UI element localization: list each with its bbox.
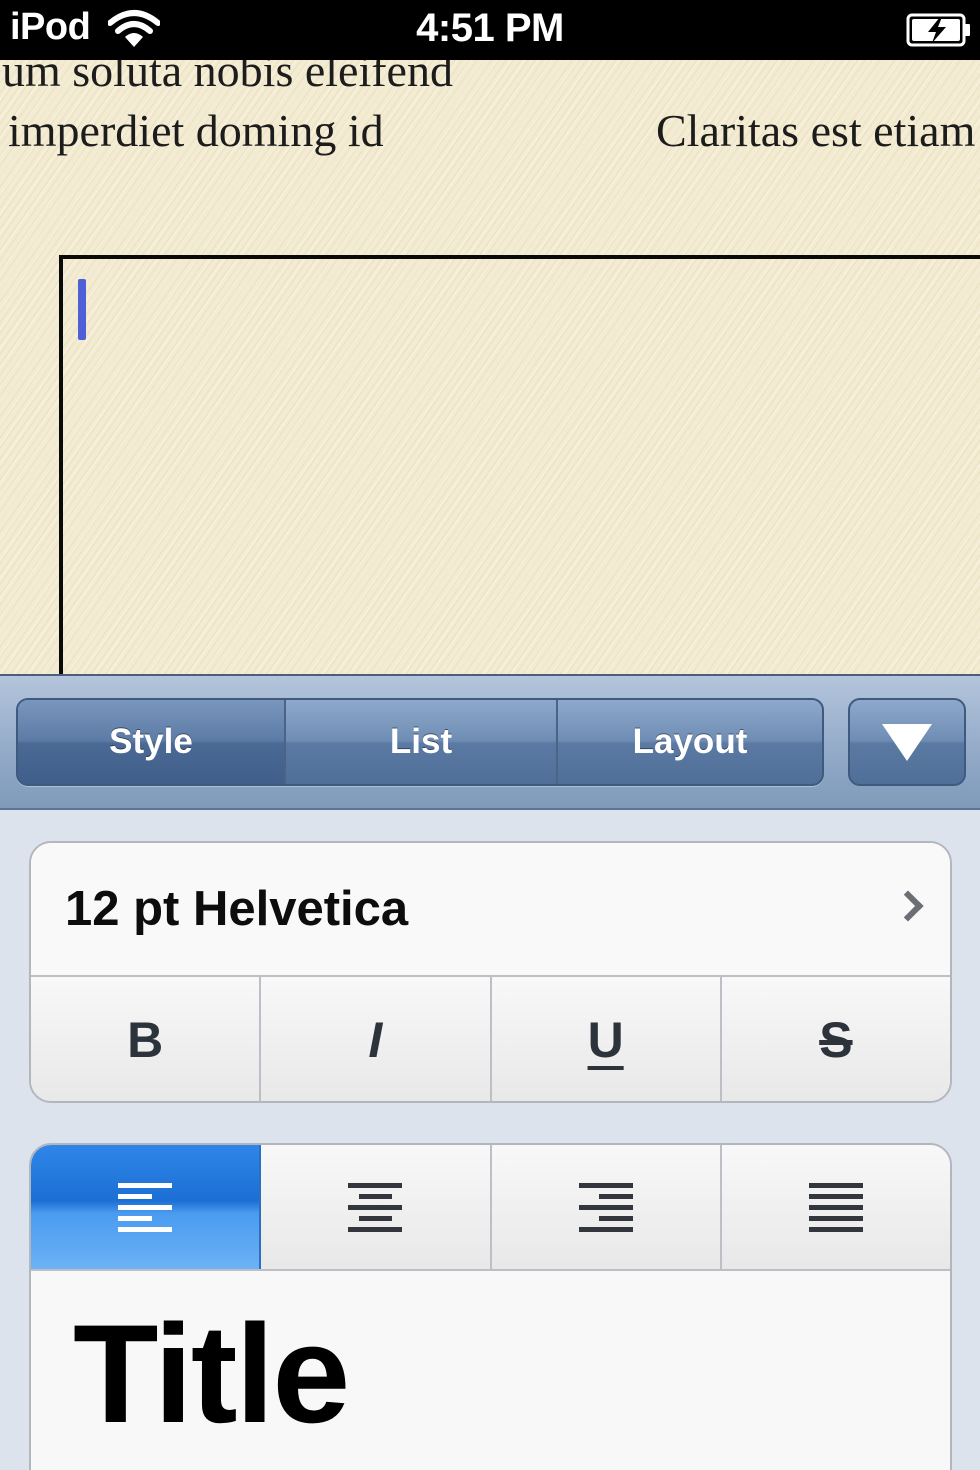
- status-time: 4:51 PM: [416, 6, 564, 50]
- align-left-icon: [118, 1182, 173, 1232]
- tab-list[interactable]: List: [286, 700, 558, 784]
- align-left-button[interactable]: [31, 1145, 262, 1269]
- strikethrough-button[interactable]: S: [721, 977, 950, 1101]
- status-bar: iPod 4:51 PM: [0, 0, 980, 60]
- text-cursor: [78, 279, 86, 340]
- font-card: 12 pt Helvetica B I U S: [29, 841, 952, 1103]
- tab-style[interactable]: Style: [18, 700, 286, 784]
- bold-icon: B: [127, 1012, 164, 1068]
- align-justify-button[interactable]: [721, 1145, 950, 1269]
- format-toolbar: Style List Layout: [0, 674, 980, 810]
- text-box[interactable]: [59, 255, 980, 674]
- paragraph-style-selector[interactable]: Title: [31, 1271, 950, 1470]
- italic-button[interactable]: I: [261, 977, 492, 1101]
- font-selector[interactable]: 12 pt Helvetica: [31, 843, 950, 977]
- tab-layout[interactable]: Layout: [558, 700, 822, 784]
- font-label: 12 pt Helvetica: [65, 882, 409, 936]
- alignment-card: Title: [29, 1143, 952, 1470]
- text-style-buttons: B I U S: [31, 977, 950, 1101]
- italic-icon: I: [368, 1012, 383, 1068]
- triangle-down-icon: [882, 723, 932, 761]
- alignment-buttons: [31, 1145, 950, 1271]
- paragraph-style-label: Title: [73, 1295, 350, 1452]
- format-tabs: Style List Layout: [16, 698, 824, 786]
- align-center-icon: [348, 1182, 403, 1232]
- document-text-line: imperdiet doming id: [8, 105, 384, 156]
- align-center-button[interactable]: [261, 1145, 492, 1269]
- document-text-line: Claritas est etiam: [656, 105, 976, 156]
- strikethrough-icon: S: [819, 1012, 853, 1068]
- underline-icon: U: [587, 1012, 624, 1068]
- document-text-line: um soluta nobis eleifend: [2, 60, 453, 96]
- dismiss-panel-button[interactable]: [848, 698, 966, 786]
- battery-charging-icon: [906, 13, 970, 47]
- align-justify-icon: [808, 1182, 863, 1232]
- document-canvas[interactable]: um soluta nobis eleifend imperdiet domin…: [0, 60, 980, 674]
- underline-button[interactable]: U: [491, 977, 722, 1101]
- align-right-icon: [578, 1182, 633, 1232]
- align-right-button[interactable]: [491, 1145, 722, 1269]
- bold-button[interactable]: B: [31, 977, 262, 1101]
- chevron-right-icon: [892, 890, 924, 922]
- format-panel: 12 pt Helvetica B I U S Title: [0, 810, 980, 1470]
